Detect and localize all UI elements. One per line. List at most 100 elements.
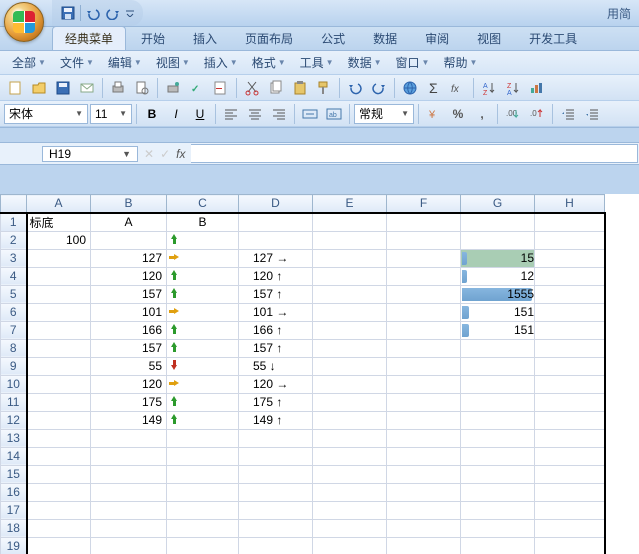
research-icon[interactable]: [210, 77, 232, 99]
redo-icon[interactable]: [368, 77, 390, 99]
decrease-indent-icon[interactable]: [557, 103, 579, 125]
tab-layout[interactable]: 页面布局: [232, 26, 306, 50]
mail-icon[interactable]: [76, 77, 98, 99]
cell[interactable]: [167, 429, 239, 447]
cell[interactable]: [27, 375, 91, 393]
cell[interactable]: [91, 537, 167, 554]
increase-indent-icon[interactable]: [581, 103, 603, 125]
menu-format[interactable]: 格式▼: [246, 52, 292, 73]
row-header[interactable]: 15: [1, 465, 27, 483]
col-header[interactable]: E: [313, 195, 387, 213]
cell[interactable]: [535, 231, 605, 249]
cell[interactable]: [167, 267, 239, 285]
cell[interactable]: 127 →: [239, 249, 313, 267]
decrease-decimal-icon[interactable]: .0: [526, 103, 548, 125]
row-header[interactable]: 7: [1, 321, 27, 339]
tab-insert[interactable]: 插入: [180, 26, 230, 50]
save-icon[interactable]: [52, 77, 74, 99]
cell[interactable]: [239, 537, 313, 554]
cell[interactable]: [535, 357, 605, 375]
cell[interactable]: 100: [27, 231, 91, 249]
tab-view[interactable]: 视图: [464, 26, 514, 50]
cut-icon[interactable]: [241, 77, 263, 99]
cell[interactable]: [535, 429, 605, 447]
cell[interactable]: [387, 339, 461, 357]
cell[interactable]: [91, 429, 167, 447]
tab-data[interactable]: 数据: [360, 26, 410, 50]
cell[interactable]: 55: [91, 357, 167, 375]
paste-icon[interactable]: [289, 77, 311, 99]
cell[interactable]: 157: [91, 339, 167, 357]
menu-view[interactable]: 视图▼: [150, 52, 196, 73]
cell[interactable]: [313, 213, 387, 232]
cell[interactable]: [387, 483, 461, 501]
cell[interactable]: 12: [461, 267, 535, 285]
cell[interactable]: [239, 501, 313, 519]
cell[interactable]: [535, 519, 605, 537]
cell[interactable]: 157 ↑: [239, 339, 313, 357]
sort-asc-icon[interactable]: AZ: [478, 77, 500, 99]
cell[interactable]: [535, 465, 605, 483]
cell[interactable]: [27, 339, 91, 357]
cell[interactable]: [27, 483, 91, 501]
cell[interactable]: B: [167, 213, 239, 232]
cell[interactable]: [461, 393, 535, 411]
cell[interactable]: [167, 411, 239, 429]
cell[interactable]: [239, 447, 313, 465]
row-header[interactable]: 18: [1, 519, 27, 537]
cell[interactable]: [313, 429, 387, 447]
cell[interactable]: [535, 393, 605, 411]
cell[interactable]: [387, 537, 461, 554]
cell[interactable]: [167, 231, 239, 249]
cell[interactable]: [387, 411, 461, 429]
cell[interactable]: [167, 501, 239, 519]
cell[interactable]: [27, 465, 91, 483]
cell[interactable]: [313, 483, 387, 501]
cell[interactable]: [27, 519, 91, 537]
cell[interactable]: 157 ↑: [239, 285, 313, 303]
cell[interactable]: [461, 213, 535, 232]
cell[interactable]: [461, 483, 535, 501]
menu-file[interactable]: 文件▼: [54, 52, 100, 73]
cell[interactable]: [167, 339, 239, 357]
cell[interactable]: [313, 375, 387, 393]
cell[interactable]: 120: [91, 267, 167, 285]
tab-dev[interactable]: 开发工具: [516, 26, 590, 50]
cell[interactable]: [535, 321, 605, 339]
formula-input[interactable]: [191, 144, 638, 163]
cell[interactable]: [167, 447, 239, 465]
cell[interactable]: [535, 375, 605, 393]
cell[interactable]: 151: [461, 321, 535, 339]
currency-icon[interactable]: ¥: [423, 103, 445, 125]
cell[interactable]: [239, 213, 313, 232]
cell[interactable]: 120 ↑: [239, 267, 313, 285]
cell[interactable]: [313, 321, 387, 339]
sort-desc-icon[interactable]: ZA: [502, 77, 524, 99]
qat-dropdown-icon[interactable]: [125, 5, 135, 21]
cell[interactable]: [27, 357, 91, 375]
open-icon[interactable]: [28, 77, 50, 99]
fx-icon[interactable]: fx: [176, 147, 185, 161]
increase-decimal-icon[interactable]: .00: [502, 103, 524, 125]
undo-icon[interactable]: [85, 5, 101, 21]
cell[interactable]: 127: [91, 249, 167, 267]
hyperlink-icon[interactable]: [399, 77, 421, 99]
tab-classic[interactable]: 经典菜单: [52, 26, 126, 50]
cell[interactable]: [461, 537, 535, 554]
col-header[interactable]: D: [239, 195, 313, 213]
cell[interactable]: [313, 249, 387, 267]
row-header[interactable]: 13: [1, 429, 27, 447]
cell[interactable]: [91, 465, 167, 483]
font-name-combo[interactable]: 宋体 ▼: [4, 104, 88, 124]
cell[interactable]: 101 →: [239, 303, 313, 321]
tab-home[interactable]: 开始: [128, 26, 178, 50]
cell[interactable]: [387, 213, 461, 232]
spellcheck-icon[interactable]: ✓: [186, 77, 208, 99]
cell[interactable]: [91, 483, 167, 501]
cell[interactable]: 151: [461, 303, 535, 321]
cell[interactable]: [27, 249, 91, 267]
row-header[interactable]: 16: [1, 483, 27, 501]
cell[interactable]: [167, 393, 239, 411]
cell[interactable]: [91, 501, 167, 519]
cell[interactable]: [535, 249, 605, 267]
